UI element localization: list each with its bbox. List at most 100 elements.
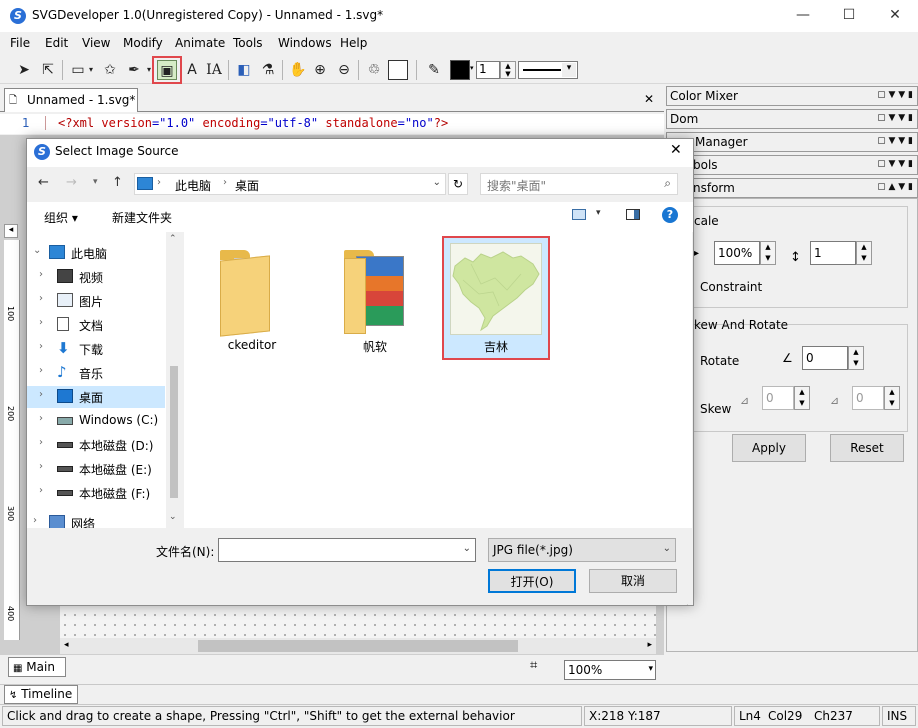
nav-item-drive-f[interactable]: › 本地磁盘 (F:) [27, 482, 165, 504]
rotate-input[interactable]: 0 [802, 346, 848, 370]
file-label[interactable]: 帆软 [325, 338, 425, 355]
zoom-select[interactable]: 100% ▾ [564, 660, 656, 680]
refresh-icon[interactable]: ↻ [448, 173, 468, 195]
preview-pane-icon[interactable] [626, 209, 640, 220]
chevron-down-icon[interactable]: ⌄ [433, 177, 441, 188]
scroll-right-icon[interactable]: ▸ [647, 640, 652, 650]
forward-arrow-icon[interactable]: → [66, 175, 77, 190]
chevron-right-icon[interactable]: › [39, 317, 43, 328]
breadcrumb-item[interactable]: 桌面 [235, 177, 259, 194]
nav-item-music[interactable]: › ♪ 音乐 [27, 362, 165, 384]
panel-color-mixer[interactable]: Color Mixer ▢ ▼ ▼ ▮ [666, 86, 918, 106]
menu-windows[interactable]: Windows [278, 36, 332, 50]
rotate-spinner[interactable]: ▲ ▼ [848, 346, 864, 370]
tab-main[interactable]: ▦ Main [8, 657, 66, 677]
help-icon[interactable]: ? [662, 207, 678, 223]
document-tab[interactable]: 🗋 Unnamed - 1.svg* [4, 88, 138, 112]
chevron-right-icon[interactable]: › [39, 269, 43, 280]
code-editor[interactable]: 1 <?xml version="1.0" encoding="utf-8" s… [0, 114, 664, 134]
skew-x-spinner[interactable]: ▲ ▼ [794, 386, 810, 410]
folder-ckeditor[interactable] [220, 250, 282, 337]
search-box[interactable]: 搜索"桌面" ⌕ [480, 173, 678, 195]
rectangle-tool-icon[interactable]: ▭ [68, 60, 88, 80]
tab-timeline[interactable]: ↯ Timeline [4, 685, 78, 704]
organize-button[interactable]: 组织 ▾ [44, 209, 78, 226]
view-mode-icon[interactable] [572, 209, 586, 220]
cancel-button[interactable]: 取消 [589, 569, 677, 593]
panel-symbols[interactable]: bols ▢ ▼ ▼ ▮ [666, 155, 918, 175]
nav-item-videos[interactable]: › 视频 [27, 266, 165, 288]
stroke-swatch-icon[interactable] [388, 60, 408, 80]
chevron-down-icon[interactable]: ⌄ [663, 543, 671, 554]
horizontal-scrollbar[interactable]: ◂ ▸ [60, 638, 656, 654]
scroll-left-icon[interactable]: ◂ [4, 224, 18, 238]
chevron-right-icon[interactable]: › [39, 365, 43, 376]
chevron-right-icon[interactable]: › [39, 389, 43, 400]
skew-y-spinner[interactable]: ▲ ▼ [884, 386, 900, 410]
fill-tool-icon[interactable]: ♲ [364, 60, 384, 80]
chevron-right-icon[interactable]: › [39, 485, 43, 496]
scrollbar-thumb[interactable] [198, 640, 518, 652]
hand-tool-icon[interactable]: ✋ [288, 60, 308, 80]
nav-item-downloads[interactable]: › ⬇ 下载 [27, 338, 165, 360]
panel-controls-icon[interactable]: ▢ ▲ ▼ ▮ [877, 182, 913, 192]
menu-modify[interactable]: Modify [123, 36, 163, 50]
apply-button[interactable]: Apply [732, 434, 806, 462]
insert-image-icon[interactable]: ▣ [157, 60, 177, 80]
panel-dom[interactable]: Dom ▢ ▼ ▼ ▮ [666, 109, 918, 129]
nav-item-drive-d[interactable]: › 本地磁盘 (D:) [27, 434, 165, 456]
zoom-icon[interactable]: ⌗ [530, 658, 537, 673]
nav-item-pictures[interactable]: › 图片 [27, 290, 165, 312]
skew-x-input[interactable]: 0 [762, 386, 794, 410]
chevron-down-icon[interactable]: ⌄ [33, 245, 41, 256]
menu-file[interactable]: File [10, 36, 30, 50]
panel-controls-icon[interactable]: ▢ ▼ ▼ ▮ [877, 113, 913, 123]
menu-view[interactable]: View [82, 36, 110, 50]
scale-y-input[interactable]: 1 [810, 241, 856, 265]
chevron-down-icon[interactable]: ▾ [596, 208, 601, 218]
panel-transform[interactable]: nsform ▢ ▲ ▼ ▮ [666, 178, 918, 198]
fill-color-swatch[interactable] [450, 60, 470, 80]
stroke-width-input[interactable]: 1 [476, 61, 500, 79]
eyedropper-icon[interactable]: ⚗ [258, 60, 278, 80]
folder-fanruan[interactable] [344, 250, 406, 334]
file-label[interactable]: ckeditor [202, 338, 302, 352]
menu-help[interactable]: Help [340, 36, 367, 50]
reset-button[interactable]: Reset [830, 434, 904, 462]
chevron-down-icon[interactable]: ▾ [86, 60, 96, 80]
scroll-down-icon[interactable]: ⌄ [169, 512, 177, 522]
search-icon[interactable]: ⌕ [664, 176, 671, 191]
menu-tools[interactable]: Tools [233, 36, 263, 50]
select-arrow-icon[interactable]: ➤ [14, 60, 34, 80]
chevron-right-icon[interactable]: › [39, 413, 43, 424]
gradient-tool-icon[interactable]: ◧ [234, 60, 254, 80]
scroll-left-icon[interactable]: ◂ [64, 640, 69, 650]
nav-item-desktop[interactable]: › 桌面 [27, 386, 165, 408]
scale-x-spinner[interactable]: ▲ ▼ [760, 241, 776, 265]
menu-edit[interactable]: Edit [45, 36, 68, 50]
constraint-label[interactable]: Constraint [700, 280, 762, 294]
line-style-select[interactable]: ▾ [518, 61, 578, 79]
chevron-down-icon[interactable]: ▾ [648, 664, 653, 674]
address-bar[interactable]: › 此电脑 › 桌面 ⌄ [134, 173, 446, 195]
direct-select-icon[interactable]: ⇱ [38, 60, 58, 80]
filetype-select[interactable]: JPG file(*.jpg) ⌄ [488, 538, 676, 562]
chevron-down-icon[interactable]: ▾ [93, 177, 98, 187]
back-arrow-icon[interactable]: ← [38, 175, 49, 190]
chevron-right-icon[interactable]: › [39, 293, 43, 304]
skew-y-input[interactable]: 0 [852, 386, 884, 410]
text-tool-icon[interactable]: A [182, 60, 202, 80]
panel-controls-icon[interactable]: ▢ ▼ ▼ ▮ [877, 136, 913, 146]
nav-item-drive-c[interactable]: › Windows (C:) [27, 410, 165, 432]
panel-controls-icon[interactable]: ▢ ▼ ▼ ▮ [877, 159, 913, 169]
zoom-in-icon[interactable]: ⊕ [310, 60, 330, 80]
scale-x-input[interactable]: 100% [714, 241, 760, 265]
scale-y-spinner[interactable]: ▲ ▼ [856, 241, 872, 265]
zoom-out-icon[interactable]: ⊖ [334, 60, 354, 80]
nav-item-this-pc[interactable]: ⌄ 此电脑 [27, 242, 165, 264]
open-button[interactable]: 打开(O) [488, 569, 576, 593]
dialog-close-button[interactable]: ✕ [670, 142, 682, 158]
pen-tool-icon[interactable]: ✒ [124, 60, 144, 80]
minimize-button[interactable]: — [780, 0, 826, 32]
nav-item-network[interactable]: › 网络 [27, 512, 165, 528]
